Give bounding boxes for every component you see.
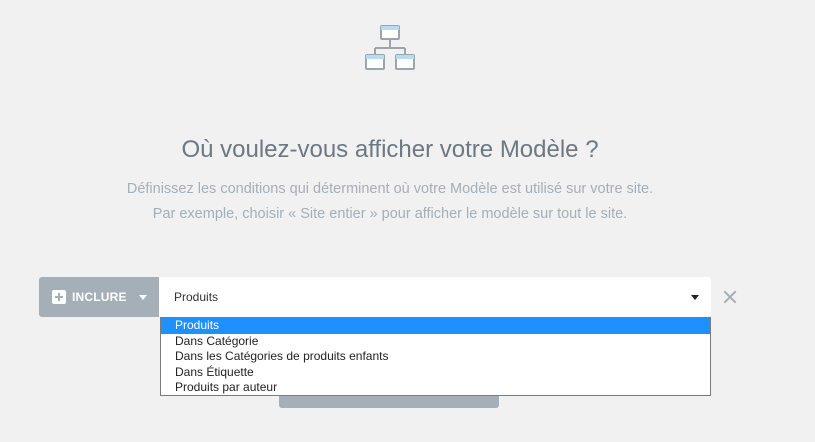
condition-row: INCLURE Produits [39, 277, 739, 317]
conditions-screen: Où voulez-vous afficher votre Modèle ? D… [0, 0, 815, 442]
remove-condition-close-icon[interactable] [721, 288, 739, 306]
dropdown-option-produits[interactable]: Produits [161, 318, 710, 334]
description-line-1: Définissez les conditions qui déterminen… [126, 181, 654, 197]
plus-icon [52, 290, 66, 304]
dropdown-option-dans-categorie[interactable]: Dans Catégorie [161, 334, 710, 350]
sitemap-icon [365, 25, 415, 70]
condition-select[interactable]: Produits [159, 277, 711, 317]
chevron-down-icon [691, 295, 699, 300]
dropdown-option-dans-etiquette[interactable]: Dans Étiquette [161, 365, 710, 381]
page-title: Où voulez-vous afficher votre Modèle ? [181, 136, 599, 163]
condition-dropdown-list: Produits Dans Catégorie Dans les Catégor… [160, 317, 711, 396]
dropdown-option-produits-par-auteur[interactable]: Produits par auteur [161, 380, 710, 396]
chevron-down-icon [139, 295, 147, 300]
condition-select-value: Produits [174, 290, 219, 304]
include-type-button[interactable]: INCLURE [39, 277, 159, 317]
dropdown-option-categories-enfants[interactable]: Dans les Catégories de produits enfants [161, 349, 710, 365]
description-line-2: Par exemple, choisir « Site entier » pou… [152, 206, 628, 222]
include-label: INCLURE [72, 290, 127, 304]
